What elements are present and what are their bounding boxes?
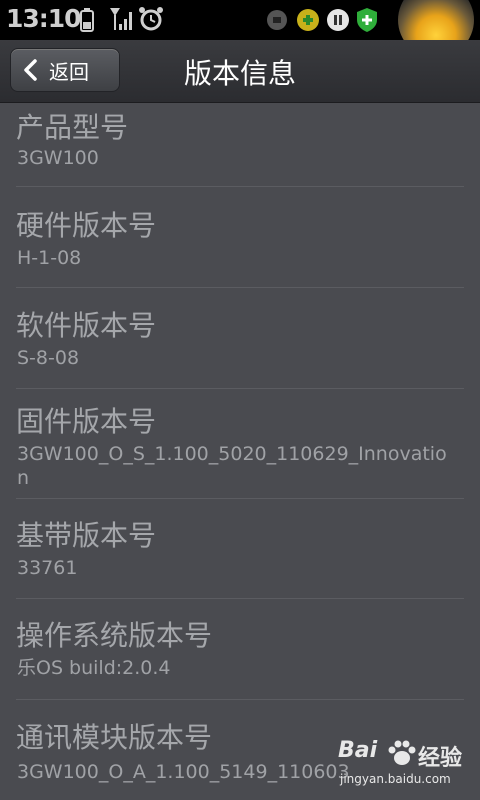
watermark-url: jingyan.baidu.com bbox=[340, 772, 451, 786]
divider bbox=[16, 388, 464, 389]
page-title: 版本信息 bbox=[183, 57, 296, 90]
info-label: 通讯模块版本号 bbox=[16, 721, 213, 754]
info-value: 3GW100 bbox=[17, 147, 99, 169]
info-value: S-8-08 bbox=[17, 347, 80, 369]
info-value: H-1-08 bbox=[17, 247, 82, 269]
watermark-jingyan: 经验 bbox=[418, 746, 463, 771]
info-value: 33761 bbox=[17, 557, 78, 579]
info-label: 产品型号 bbox=[16, 111, 129, 144]
media-pause-icon bbox=[327, 9, 349, 31]
watermark-brand: Bai bbox=[338, 738, 378, 763]
info-label: 硬件版本号 bbox=[16, 209, 157, 242]
divider bbox=[16, 598, 464, 599]
info-value: 3GW100_O_S_1.100_5020_110629_Innovation bbox=[17, 443, 447, 489]
title-bar: 返回 版本信息 bbox=[0, 40, 480, 103]
clock: 13:10 bbox=[6, 4, 82, 33]
divider bbox=[16, 699, 464, 700]
baidu-jingyan-watermark: Bai 经验 jingyan.baidu.com bbox=[338, 738, 478, 798]
divider bbox=[16, 287, 464, 288]
status-bar: 13:10 bbox=[0, 0, 480, 58]
app-store-icon bbox=[297, 9, 319, 31]
info-label: 操作系统版本号 bbox=[16, 619, 213, 652]
info-label: 基带版本号 bbox=[16, 519, 157, 552]
paw-icon bbox=[388, 740, 416, 765]
divider bbox=[16, 498, 464, 499]
signal-icon bbox=[110, 8, 132, 30]
info-value: 乐OS build:2.0.4 bbox=[17, 657, 171, 679]
battery-icon bbox=[80, 8, 94, 32]
divider bbox=[16, 186, 464, 187]
info-label: 固件版本号 bbox=[16, 405, 157, 438]
security-shield-icon bbox=[357, 8, 377, 32]
usb-icon bbox=[267, 10, 287, 30]
info-label: 软件版本号 bbox=[16, 309, 157, 342]
alarm-icon bbox=[139, 7, 163, 31]
